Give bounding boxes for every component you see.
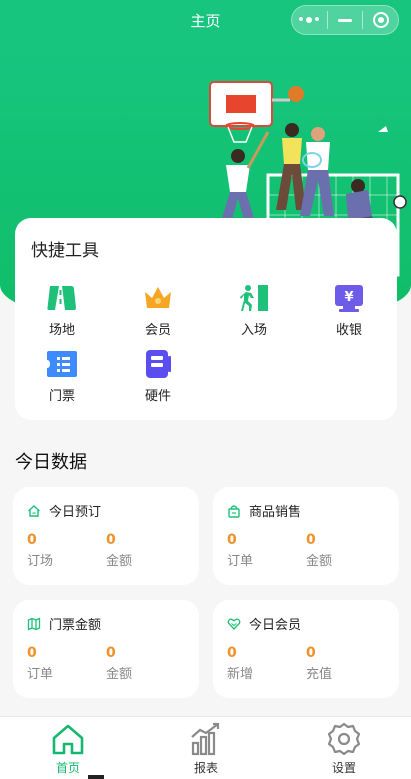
stat-value: 0: [306, 532, 316, 548]
stat-value: 0: [106, 532, 116, 548]
stat-value: 0: [227, 645, 237, 661]
tab-label: 报表: [193, 761, 218, 775]
stat-card-ticket-amount[interactable]: 门票金额 0 订单 0 金额: [13, 600, 199, 698]
tool-label: 入场: [240, 323, 267, 338]
cashier-icon: ¥: [335, 285, 363, 312]
stat-value: 0: [27, 532, 37, 548]
minimize-button[interactable]: [328, 6, 363, 34]
heart-icon: [227, 618, 241, 630]
today-data-title: 今日数据: [15, 452, 87, 473]
player-tennis: [300, 127, 334, 216]
tool-ticket[interactable]: 门票: [27, 348, 97, 408]
target-icon: [372, 12, 389, 28]
crown-icon: [145, 287, 171, 308]
tool-hardware[interactable]: 硬件: [123, 348, 193, 408]
stat-card-members[interactable]: 今日会员 0 新增 0 充值: [213, 600, 399, 698]
tool-label: 场地: [48, 323, 75, 338]
tool-label: 会员: [144, 323, 171, 338]
home-icon: [52, 724, 84, 755]
shuttlecock-icon: [378, 126, 388, 132]
quick-tools-title: 快捷工具: [31, 241, 99, 261]
map-icon: [27, 617, 41, 630]
tool-member[interactable]: 会员: [123, 282, 193, 342]
ticket-icon: [47, 351, 77, 377]
svg-text:¥: ¥: [344, 290, 353, 305]
tab-settings[interactable]: 设置: [304, 721, 384, 776]
basketball-hoop-icon: [209, 81, 290, 143]
miniprogram-capsule: [291, 5, 399, 35]
settings-icon: [327, 722, 361, 756]
stat-card-sales[interactable]: 商品销售 0 订单 0 金额: [213, 487, 399, 585]
entry-icon: [240, 285, 268, 311]
tool-label: 硬件: [144, 389, 171, 404]
active-tab-indicator: [88, 775, 104, 779]
stat-card-title: 今日预订: [49, 505, 102, 520]
player-basketball: [276, 123, 306, 210]
home-outline-icon: [28, 504, 40, 517]
stat-card-booking[interactable]: 今日预订 0 订场 0 金额: [13, 487, 199, 585]
stat-value: 0: [27, 645, 37, 661]
tab-home[interactable]: 首页: [28, 721, 108, 776]
bottom-tab-bar: 首页 报表 设置: [0, 716, 411, 779]
tool-venue[interactable]: 场地: [27, 282, 97, 342]
stat-label: 金额: [106, 554, 133, 569]
top-bar: 主页: [0, 0, 411, 40]
minimize-icon: [338, 18, 352, 22]
tab-label: 首页: [55, 761, 80, 775]
player-baseball: [222, 131, 270, 220]
tool-label: 收银: [335, 323, 362, 338]
stat-label: 金额: [106, 667, 133, 682]
shop-bag-icon: [228, 504, 240, 518]
venue-icon: [47, 286, 76, 310]
quick-tools-card: 快捷工具 场地 会员 入场 ¥ 收银 门票 硬件: [15, 218, 397, 420]
tab-label: 设置: [331, 761, 356, 775]
stat-card-title: 今日会员: [249, 618, 302, 633]
stat-label: 订单: [227, 554, 254, 569]
hardware-icon: [146, 350, 171, 378]
more-dots-icon: [299, 17, 320, 23]
soccer-ball-icon: [393, 195, 407, 209]
stat-card-title: 商品销售: [249, 505, 302, 520]
tool-cashier[interactable]: ¥ 收银: [314, 282, 384, 342]
tool-label: 门票: [48, 389, 75, 404]
stat-label: 订单: [27, 667, 54, 682]
stat-value: 0: [227, 532, 237, 548]
stat-label: 新增: [227, 667, 254, 682]
tool-entry[interactable]: 入场: [219, 282, 289, 342]
more-button[interactable]: [292, 6, 327, 34]
tab-reports[interactable]: 报表: [166, 721, 246, 776]
stat-label: 订场: [27, 554, 54, 569]
chart-icon: [191, 722, 220, 756]
stat-value: 0: [306, 645, 316, 661]
stat-card-title: 门票金额: [49, 618, 102, 633]
stat-label: 金额: [306, 554, 333, 569]
stat-value: 0: [106, 645, 116, 661]
basketball-icon: [288, 86, 304, 102]
stat-label: 充值: [306, 667, 333, 682]
close-button[interactable]: [363, 6, 398, 34]
